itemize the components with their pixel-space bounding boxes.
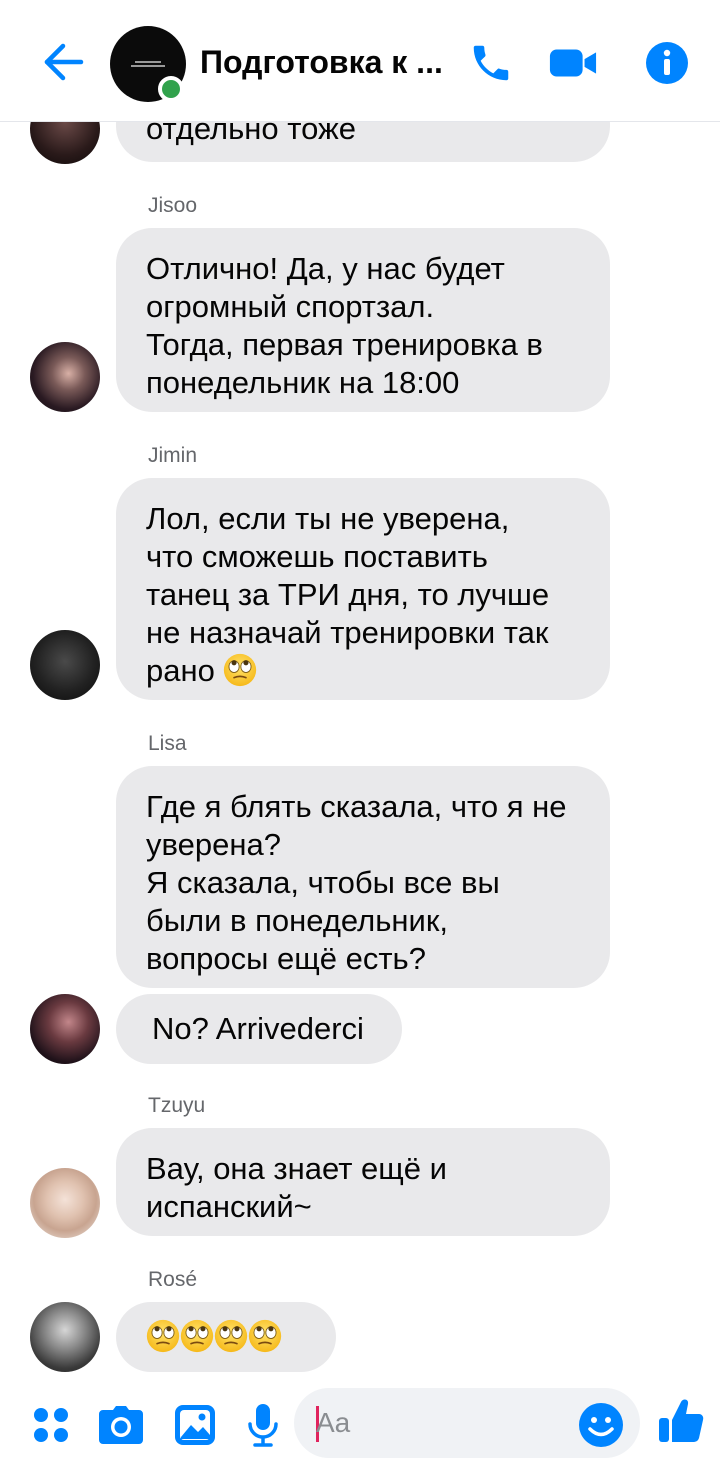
message-bubble[interactable]	[116, 1302, 336, 1372]
message-bubble[interactable]: Отлично! Да, у нас будет огромный спортз…	[116, 228, 610, 412]
chat-title[interactable]: Подготовка к ...	[200, 42, 455, 82]
message-bubble[interactable]: Вау, она знает ещё и испанский~	[116, 1128, 610, 1236]
message-text: понедельник на 18:00	[146, 365, 460, 400]
info-button[interactable]	[642, 38, 692, 88]
message-bubble[interactable]: отдельно тоже	[116, 122, 610, 162]
message-text: Тогда, первая тренировка в	[146, 327, 543, 362]
message-input[interactable]	[316, 1402, 566, 1444]
online-status-dot	[158, 76, 184, 102]
call-button[interactable]	[466, 38, 516, 88]
sender-avatar[interactable]	[30, 1168, 100, 1238]
message-composer	[0, 1384, 720, 1468]
message-text: Отлично! Да, у нас будет	[146, 251, 505, 286]
video-call-button[interactable]	[548, 38, 598, 88]
like-button[interactable]	[656, 1396, 706, 1446]
sender-name: Rosé	[148, 1268, 198, 1291]
sender-avatar[interactable]	[30, 994, 100, 1064]
voice-message-button[interactable]	[238, 1400, 288, 1450]
back-button[interactable]	[36, 38, 90, 86]
message-text: были в понедельник,	[146, 903, 448, 938]
grid-icon	[34, 1408, 68, 1442]
message-text: не назначай тренировки так	[146, 615, 549, 650]
message-bubble[interactable]: Лол, если ты не уверена, что сможешь пос…	[116, 478, 610, 700]
phone-icon	[473, 45, 509, 81]
message-text: Вау, она знает ещё и	[146, 1151, 447, 1186]
rolling-eyes-emoji	[214, 1319, 248, 1353]
camera-button[interactable]	[96, 1400, 146, 1450]
message-bubble[interactable]: No? Arrivederci	[116, 994, 402, 1064]
rolling-eyes-emoji	[248, 1319, 282, 1353]
sender-avatar[interactable]	[30, 1302, 100, 1372]
sender-avatar[interactable]	[30, 342, 100, 412]
message-text: что сможешь поставить	[146, 539, 488, 574]
arrow-left-icon	[44, 43, 84, 81]
sender-avatar[interactable]	[30, 630, 100, 700]
thumbs-up-icon	[659, 1399, 704, 1442]
message-text: танец за ТРИ дня, то лучше	[146, 577, 550, 612]
message-bubble[interactable]: Где я блять сказала, что я не уверена? Я…	[116, 766, 610, 988]
emoji-button[interactable]	[576, 1400, 626, 1450]
message-text: Я сказала, чтобы все вы	[146, 865, 500, 900]
message-text: уверена?	[146, 827, 281, 862]
info-icon	[646, 42, 688, 84]
rolling-eyes-emoji	[223, 653, 257, 687]
camera-icon	[99, 1406, 143, 1444]
message-text: Где я блять сказала, что я не	[146, 789, 567, 824]
sender-name: Lisa	[148, 732, 187, 755]
message-text: вопросы ещё есть?	[146, 941, 426, 976]
gallery-button[interactable]	[170, 1400, 220, 1450]
message-text: Лол, если ты не уверена,	[146, 501, 510, 536]
message-list[interactable]: отдельно тоже Jisoo Отлично! Да, у нас б…	[0, 122, 720, 1384]
sender-name: Jimin	[148, 444, 198, 467]
message-text: отдельно тоже	[146, 122, 356, 146]
rolling-eyes-emoji	[146, 1319, 180, 1353]
message-text: No? Arrivederci	[152, 1011, 364, 1046]
message-text: испанский~	[146, 1189, 312, 1224]
image-icon	[175, 1405, 215, 1445]
message-text: рано	[146, 653, 215, 688]
sender-name: Jisoo	[148, 194, 198, 217]
more-actions-button[interactable]	[26, 1400, 76, 1450]
rolling-eyes-emoji	[180, 1319, 214, 1353]
chat-header: Подготовка к ...	[0, 0, 720, 122]
smile-icon	[579, 1403, 623, 1447]
video-camera-icon	[549, 49, 597, 77]
sender-name: Tzuyu	[148, 1094, 206, 1117]
sender-avatar[interactable]	[30, 122, 100, 164]
message-text: огромный спортзал.	[146, 289, 435, 324]
microphone-icon	[248, 1404, 278, 1447]
